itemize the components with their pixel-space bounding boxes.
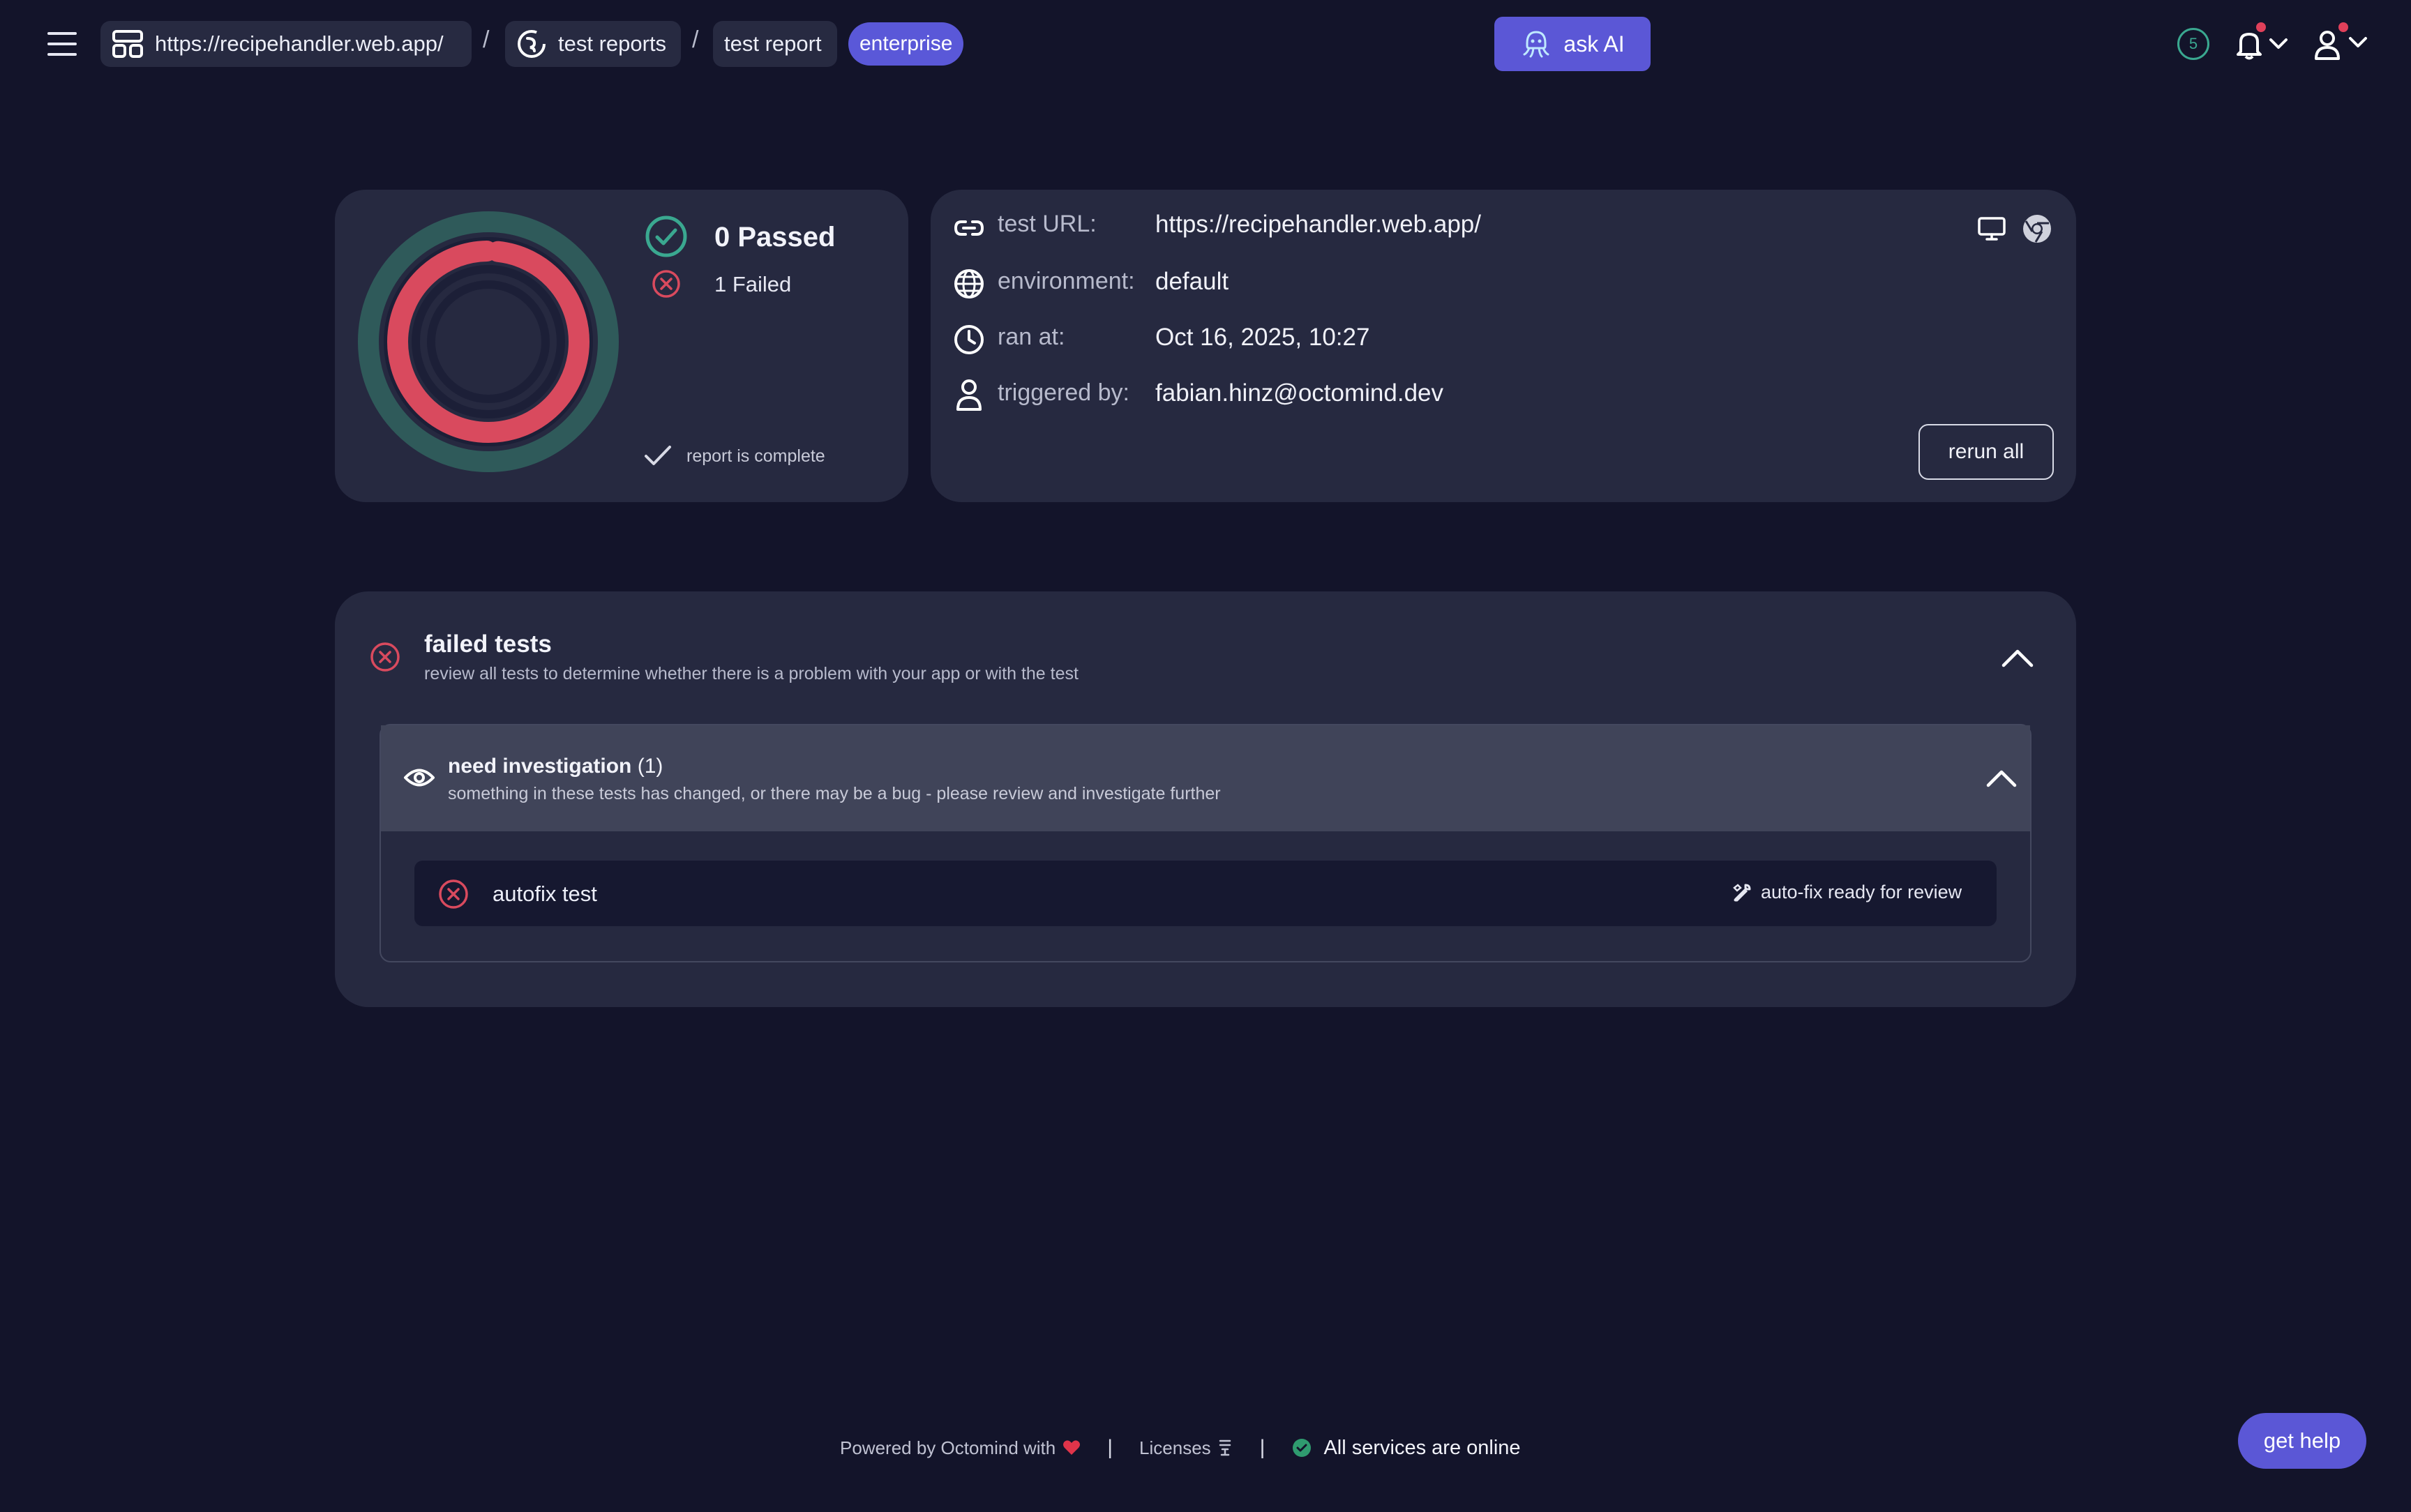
- breadcrumb-separator: /: [692, 27, 699, 53]
- report-details-card: [931, 190, 2076, 502]
- collapse-failed-tests-button[interactable]: [2001, 647, 2034, 668]
- check-circle-icon: [1293, 1439, 1312, 1457]
- need-investigation-subtitle: something in these tests has changed, or…: [448, 784, 1221, 803]
- rerun-all-button[interactable]: rerun all: [1918, 424, 2054, 480]
- person-icon: [956, 379, 982, 411]
- result-ring-chart: [358, 211, 619, 472]
- test-url-value[interactable]: https://recipehandler.web.app/: [1155, 211, 1481, 239]
- user-notification-dot: [2338, 22, 2348, 32]
- notifications-button[interactable]: [2235, 22, 2288, 64]
- breadcrumb-test-reports-label: test reports: [558, 31, 667, 56]
- report-status: report is complete: [686, 446, 825, 466]
- breadcrumb-test-report-label: test report: [724, 31, 822, 56]
- chrome-icon: [2023, 215, 2051, 243]
- breadcrumb-separator: /: [483, 27, 490, 53]
- breadcrumb-project[interactable]: https://recipehandler.web.app/: [100, 21, 472, 67]
- test-url-label: test URL:: [998, 211, 1097, 237]
- globe-icon: [954, 269, 984, 298]
- ran-at-value: Oct 16, 2025, 10:27: [1155, 324, 1370, 351]
- ask-ai-label: ask AI: [1563, 31, 1625, 56]
- collapse-investigation-button[interactable]: [1985, 769, 2018, 788]
- plan-badge: enterprise: [848, 22, 964, 66]
- need-investigation-title: need investigation (1): [448, 755, 663, 778]
- project-icon: [112, 30, 143, 58]
- autofix-status-label: auto-fix ready for review: [1761, 882, 1962, 902]
- x-circle-icon: [439, 879, 468, 909]
- passed-count: 0 Passed: [714, 222, 836, 252]
- breadcrumb-test-reports[interactable]: test reports: [505, 21, 681, 67]
- menu-icon[interactable]: [47, 32, 77, 56]
- triggered-by-label: triggered by:: [998, 379, 1129, 406]
- user-menu-button[interactable]: [2313, 21, 2369, 63]
- license-icon: [1219, 1439, 1231, 1456]
- test-name[interactable]: autofix test: [493, 882, 597, 907]
- clock-icon: [954, 325, 984, 354]
- eye-icon: [404, 769, 435, 787]
- chevron-down-icon: [2349, 37, 2367, 47]
- footer-divider: |: [1107, 1436, 1113, 1459]
- failed-tests-title: failed tests: [424, 630, 552, 658]
- need-investigation-label: need investigation: [448, 755, 632, 778]
- breadcrumb-test-report[interactable]: test report: [713, 21, 837, 67]
- notification-dot: [2256, 22, 2266, 32]
- heart-icon: [1063, 1440, 1081, 1455]
- bell-icon: [2237, 33, 2262, 60]
- powered-by: Powered by Octomind with: [840, 1437, 1056, 1458]
- footer-divider: |: [1259, 1436, 1265, 1459]
- licenses-link[interactable]: Licenses: [1139, 1437, 1211, 1459]
- environment-label: environment:: [998, 268, 1135, 294]
- octopus-icon: [1523, 31, 1549, 58]
- notification-count-badge[interactable]: 5: [2177, 28, 2209, 60]
- check-icon: [645, 446, 671, 465]
- environment-value: default: [1155, 268, 1229, 295]
- x-circle-icon: [370, 642, 400, 672]
- chevron-up-icon: [2001, 649, 2034, 667]
- failed-tests-subtitle: review all tests to determine whether th…: [424, 664, 1079, 683]
- service-status[interactable]: All services are online: [1323, 1437, 1520, 1460]
- user-icon: [2315, 31, 2340, 60]
- x-circle-icon: [652, 270, 680, 298]
- check-circle-icon: [645, 216, 687, 257]
- reports-icon: [518, 30, 546, 58]
- triggered-by-value: fabian.hinz@octomind.dev: [1155, 379, 1443, 407]
- link-icon: [954, 220, 984, 236]
- monitor-icon: [1978, 217, 2006, 241]
- ask-ai-button[interactable]: ask AI: [1494, 17, 1651, 71]
- breadcrumb-project-label: https://recipehandler.web.app/: [155, 31, 444, 56]
- footer: Powered by Octomind with | Licenses | Al…: [840, 1432, 1521, 1463]
- autofix-status[interactable]: auto-fix ready for review: [1732, 882, 1962, 903]
- chevron-down-icon: [2269, 38, 2288, 49]
- get-help-button[interactable]: get help: [2238, 1413, 2366, 1469]
- ran-at-label: ran at:: [998, 324, 1065, 350]
- chevron-up-icon: [1986, 770, 2017, 787]
- need-investigation-count: (1): [637, 755, 663, 778]
- wrench-icon: [1733, 883, 1751, 901]
- need-investigation-header[interactable]: [381, 725, 2030, 831]
- failed-count: 1 Failed: [714, 272, 792, 296]
